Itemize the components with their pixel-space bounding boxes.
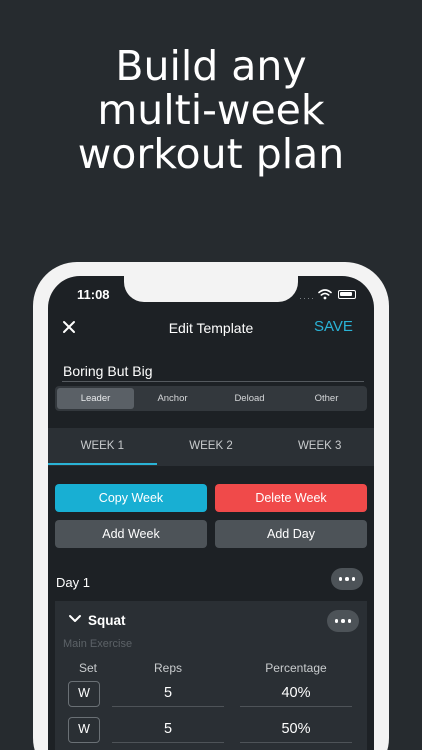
reps-input[interactable]: 5 [112,681,224,707]
template-type-segmented-control: Leader Anchor Deload Other [55,386,367,411]
copy-week-button[interactable]: Copy Week [55,484,207,512]
set-type-button[interactable]: W [68,717,100,743]
more-dot-icon [338,577,343,581]
column-header-set: Set [78,661,97,675]
percentage-input[interactable]: 50% [240,717,352,743]
chevron-down-icon[interactable] [68,614,82,624]
status-time: 11:08 [77,287,110,302]
phone-notch [124,276,298,302]
percentage-input[interactable]: 40% [240,681,352,707]
template-name-underline [62,381,364,382]
reps-input[interactable]: 5 [112,717,224,743]
column-header-reps: Reps [153,661,182,675]
signal-icon: ···· [299,293,315,303]
battery-icon [338,290,356,299]
week-tabs: WEEK 1 WEEK 2 WEEK 3 [48,428,374,466]
add-week-button[interactable]: Add Week [55,520,207,548]
active-tab-indicator [48,463,157,465]
more-dot-icon [345,577,349,581]
more-dot-icon [341,619,345,623]
headline-line-3: workout plan [77,130,345,178]
day-label: Day 1 [56,575,90,590]
column-header-percentage: Percentage [265,661,327,675]
headline-line-1: Build any [115,42,307,90]
add-day-button[interactable]: Add Day [215,520,367,548]
segment-anchor[interactable]: Anchor [134,388,211,409]
close-icon[interactable] [60,318,78,336]
more-dot-icon [351,577,356,581]
tab-week-3[interactable]: WEEK 3 [265,428,374,466]
nav-title: Edit Template [168,320,254,336]
save-button[interactable]: SAVE [314,318,353,335]
day-more-button[interactable] [331,568,363,590]
segment-deload[interactable]: Deload [211,388,288,409]
more-dot-icon [334,619,339,623]
segment-other[interactable]: Other [288,388,365,409]
tab-week-1[interactable]: WEEK 1 [48,428,157,466]
segment-leader[interactable]: Leader [57,388,134,409]
tab-week-2[interactable]: WEEK 2 [157,428,266,466]
exercise-subtitle: Main Exercise [63,638,133,650]
exercise-name: Squat [88,613,126,628]
set-type-button[interactable]: W [68,681,100,707]
template-name-input[interactable]: Boring But Big [63,363,153,379]
delete-week-button[interactable]: Delete Week [215,484,367,512]
exercise-more-button[interactable] [327,610,359,632]
more-dot-icon [347,619,352,623]
headline: Build any multi-week workout plan [0,44,422,176]
headline-line-2: multi-week [97,86,325,134]
wifi-icon [318,289,332,300]
